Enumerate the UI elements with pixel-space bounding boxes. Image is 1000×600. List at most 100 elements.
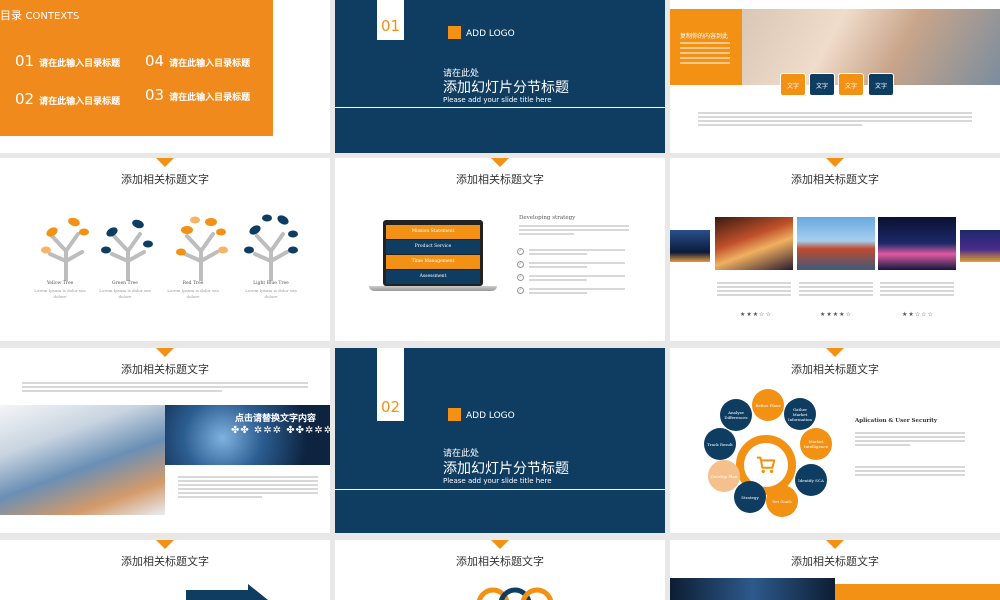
laptop-row: Product Service (386, 240, 480, 254)
toc-item-text: 请在此输入目录标题 (39, 97, 121, 107)
section-number: 01 (377, 0, 404, 40)
toc-heading: 目录 CONTEXTS (0, 7, 79, 23)
paragraph-placeholder (529, 288, 625, 296)
slide-thumbnail-arrow[interactable]: 添加相关标题文字 (0, 540, 330, 600)
diagram-node: Track Result (704, 428, 736, 460)
light-blue-tree-icon (244, 214, 298, 281)
city-photo (960, 230, 1000, 262)
toc-item: 04 请在此输入目录标题 (145, 52, 250, 70)
section-title: 添加幻灯片分节标题 (443, 461, 569, 477)
arrow-right-icon (186, 584, 268, 600)
toc-item-text: 请在此输入目录标题 (169, 59, 251, 69)
laptop-row: Mission Statement (386, 225, 480, 239)
city-photo (797, 217, 875, 270)
city-photo (670, 230, 710, 262)
content-box-title: 复制你的内容到此 (680, 33, 729, 40)
rings-icon (476, 587, 554, 600)
paragraph-placeholder (178, 476, 318, 500)
slide-thumbnail-monitor[interactable]: 添加相关标题文字 (670, 540, 1000, 600)
orange-triangle-icon (156, 158, 174, 167)
orange-triangle-icon (826, 158, 844, 167)
strategy-title: Developing strategy (519, 215, 576, 221)
toc-item-number: 02 (15, 90, 35, 108)
logo-square-icon (448, 26, 461, 39)
toc-heading-en: CONTEXTS (25, 11, 80, 22)
orange-triangle-icon (826, 540, 844, 549)
orange-triangle-icon (491, 158, 509, 167)
diagram-node: Develop Plan (708, 460, 740, 492)
slide-thumbnail-section-02[interactable]: 02 ADD LOGO 请在此处 添加幻灯片分节标题 Please add yo… (335, 348, 665, 533)
toc-item-number: 01 (15, 52, 35, 70)
section-number: 02 (377, 348, 404, 421)
slide-thumbnail-photo-tags[interactable]: 复制你的内容到此 文字 文字 文字 文字 (670, 0, 1000, 153)
paragraph-placeholder (529, 249, 625, 257)
paragraph-placeholder (799, 282, 873, 298)
toc-item-text: 请在此输入目录标题 (169, 93, 251, 103)
add-logo-text: ADD LOGO (466, 411, 515, 421)
slide-thumbnail-laptop[interactable]: 添加相关标题文字 Mission Statement Product Servi… (335, 158, 665, 341)
tree-label: Red Tree (182, 281, 204, 286)
tree-label: Yellow Tree (46, 281, 74, 286)
laptop-row: Time Management (386, 255, 480, 269)
green-tree-icon (101, 219, 153, 281)
diagram-node: Market Intelligence (800, 428, 832, 460)
add-logo-text: ADD LOGO (76, 9, 131, 20)
paragraph-placeholder (698, 112, 972, 128)
toc-item: 02 请在此输入目录标题 (15, 90, 120, 108)
toc-item-text: 请在此输入目录标题 (39, 59, 121, 69)
photo-caption: 点击请替换文字内容 (235, 414, 317, 424)
slide-thumbnail-trees[interactable]: 添加相关标题文字 Yellow Tree Green Tree Red Tree… (0, 158, 330, 341)
paragraph-placeholder (855, 432, 965, 448)
toc-panel: 目录 CONTEXTS 01 请在此输入目录标题 02 请在此输入目录标题 04 请在… (0, 0, 273, 136)
paragraph-placeholder (880, 282, 954, 298)
shopping-cart-icon (756, 456, 776, 474)
slide-thumbnail-team-photo[interactable]: 添加相关标题文字 点击请替换文字内容 ✤✤ ✲✲✲ ✤✤✲✲✲ (0, 348, 330, 533)
tree-label: Light Blue Tree (253, 281, 289, 286)
add-logo-text: ADD LOGO (466, 29, 515, 39)
slide-thumbnail-rings[interactable]: 添加相关标题文字 (335, 540, 665, 600)
slide-title: 添加相关标题文字 (456, 173, 544, 186)
check-icon: ✓ (517, 261, 524, 268)
slide-thumbnail-toc[interactable]: 目录 CONTEXTS 01 请在此输入目录标题 02 请在此输入目录标题 04 请在… (0, 0, 330, 153)
tag: 文字 (809, 73, 835, 96)
red-tree-icon (176, 216, 228, 281)
paragraph-placeholder (519, 225, 629, 237)
laptop-row: Assessment (386, 270, 480, 284)
yellow-tree-icon (41, 217, 89, 281)
toc-item-number: 03 (145, 86, 165, 104)
decorative-symbols: ✤✤ ✲✲✲ ✤✤✲✲✲ (231, 425, 330, 436)
slide-thumbnail-city-photos[interactable]: 添加相关标题文字 ★★★☆☆ ★★★★☆ ★★☆☆☆ (670, 158, 1000, 341)
content-box: 复制你的内容到此 (670, 9, 742, 85)
divider (335, 489, 665, 490)
team-photo (0, 405, 165, 515)
slide-title: 添加相关标题文字 (456, 555, 544, 568)
security-title: Aplication & User Security (855, 418, 938, 424)
slide-title: 添加相关标题文字 (121, 363, 209, 376)
orange-band (835, 584, 1000, 600)
toc-heading-cn: 目录 (0, 9, 22, 22)
slide-thumbnail-section-01[interactable]: 01 ADD LOGO 请在此处 添加幻灯片分节标题 Please add yo… (335, 0, 665, 153)
toc-item: 03 请在此输入目录标题 (145, 86, 250, 104)
tree-description: Lorem Ipsum is dolor sea dolore (167, 288, 219, 299)
orange-triangle-icon (491, 540, 509, 549)
tag: 文字 (780, 73, 806, 96)
tree-description: Lorem Ipsum is dolor sea dolore (99, 288, 151, 299)
slide-title: 添加相关标题文字 (791, 363, 879, 376)
tag: 文字 (838, 73, 864, 96)
rating-stars: ★★★★☆ (820, 311, 852, 318)
check-icon: ✓ (517, 248, 524, 255)
diagram-node: Refine Plans (752, 389, 784, 421)
logo-square-icon (448, 408, 461, 421)
paragraph-placeholder (855, 466, 965, 478)
rating-stars: ★★☆☆☆ (902, 311, 934, 318)
slide-title: 添加相关标题文字 (121, 173, 209, 186)
toc-item: 01 请在此输入目录标题 (15, 52, 120, 70)
diagram-node: Gather Market Information (784, 398, 816, 430)
section-english-title: Please add your slide title here (443, 477, 552, 485)
monitor-photo (670, 578, 835, 600)
globe-photo: 点击请替换文字内容 ✤✤ ✲✲✲ ✤✤✲✲✲ (165, 405, 330, 465)
laptop-screen: Mission Statement Product Service Time M… (383, 220, 483, 286)
city-photo (878, 217, 956, 270)
slide-thumbnail-circle-diagram[interactable]: 添加相关标题文字 Analyze Differences Refine Plan… (670, 348, 1000, 533)
check-icon: ✓ (517, 287, 524, 294)
